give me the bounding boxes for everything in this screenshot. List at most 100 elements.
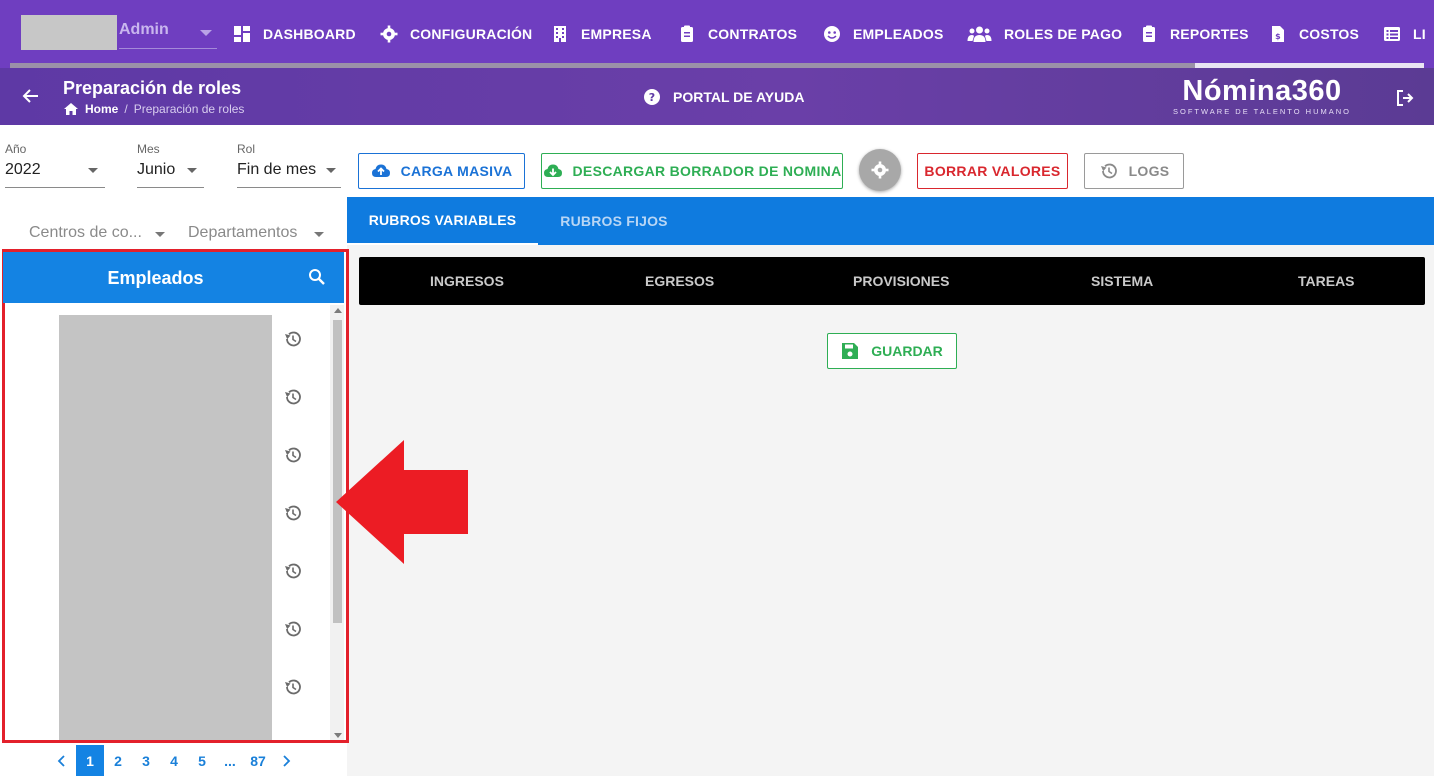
subtab-provisiones[interactable]: PROVISIONES: [853, 273, 949, 289]
role-underline: [237, 187, 341, 188]
users-group-icon: [967, 26, 992, 42]
subtab-sistema[interactable]: SISTEMA: [1091, 273, 1153, 289]
chevron-down-icon[interactable]: [314, 232, 324, 237]
building-icon: [554, 26, 566, 42]
brand-logo: Nómina360 SOFTWARE DE TALENTO HUMANO: [1172, 76, 1352, 116]
scroll-up-icon[interactable]: [334, 308, 342, 313]
user-avatar-redacted[interactable]: [21, 15, 117, 50]
scroll-down-icon[interactable]: [334, 733, 342, 738]
chevron-right-icon: [283, 754, 291, 767]
download-draft-button[interactable]: DESCARGAR BORRADOR DE NOMINA: [541, 153, 843, 189]
department-select[interactable]: Departamentos: [188, 224, 297, 242]
help-circle-icon: ?: [644, 89, 660, 105]
history-icon[interactable]: [283, 445, 303, 465]
save-label: GUARDAR: [871, 343, 943, 359]
page-header: Preparación de roles Home / Preparación …: [0, 68, 1434, 125]
pagination-next[interactable]: [272, 745, 300, 776]
subtab-egresos[interactable]: EGRESOS: [645, 273, 714, 289]
bulk-upload-button[interactable]: CARGA MASIVA: [358, 153, 525, 189]
chevron-down-icon: [88, 168, 98, 173]
menu-empresa[interactable]: EMPRESA: [551, 0, 678, 68]
concept-tabs: INGRESOS EGRESOS PROVISIONES SISTEMA TAR…: [359, 257, 1425, 305]
brand-tagline: SOFTWARE DE TALENTO HUMANO: [1173, 107, 1351, 116]
pagination-page[interactable]: 5: [188, 745, 216, 776]
cloud-download-icon: [543, 164, 562, 177]
clipboard-icon: [681, 25, 693, 42]
pagination-page[interactable]: 87: [244, 745, 272, 776]
help-portal-link[interactable]: ? PORTAL DE AYUDA: [643, 88, 804, 106]
clear-values-button[interactable]: BORRAR VALORES: [917, 153, 1068, 189]
menu-configuracion[interactable]: CONFIGURACIÓN: [380, 0, 551, 68]
menu-contratos-label: CONTRATOS: [708, 26, 798, 42]
history-icon[interactable]: [283, 503, 303, 523]
pagination-page[interactable]: 3: [132, 745, 160, 776]
chevron-down-icon[interactable]: [200, 30, 212, 36]
search-icon[interactable]: [308, 268, 326, 286]
tab-rubros-variables-label: RUBROS VARIABLES: [368, 212, 517, 228]
chevron-down-icon: [326, 168, 336, 173]
menu-li[interactable]: LI: [1383, 0, 1434, 68]
employees-panel-header: Empleados: [3, 252, 344, 303]
role-select[interactable]: Rol Fin de mes: [237, 142, 341, 188]
role-label: Rol: [237, 142, 256, 156]
logout-icon[interactable]: [1395, 88, 1415, 108]
save-button[interactable]: GUARDAR: [827, 333, 957, 369]
menu-contratos[interactable]: CONTRATOS: [678, 0, 823, 68]
main-tabs: RUBROS VARIABLES RUBROS FIJOS: [347, 197, 1434, 245]
subtab-ingresos[interactable]: INGRESOS: [430, 273, 504, 289]
menu-empresa-label: EMPRESA: [581, 26, 652, 42]
history-icon[interactable]: [283, 677, 303, 697]
employees-panel-title: Empleados: [107, 268, 204, 288]
help-portal-label: PORTAL DE AYUDA: [673, 89, 805, 105]
month-underline: [137, 187, 204, 188]
bulk-upload-label: CARGA MASIVA: [400, 163, 513, 179]
list-icon: [1384, 27, 1400, 41]
arrow-left-icon[interactable]: [22, 87, 40, 105]
history-icon[interactable]: [283, 387, 303, 407]
main-menu: DASHBOARD CONFIGURACIÓN EMPRESA CONTRATO…: [233, 0, 1434, 68]
logs-label: LOGS: [1128, 163, 1170, 179]
menu-dashboard-label: DASHBOARD: [263, 26, 356, 42]
chevron-down-icon[interactable]: [155, 232, 165, 237]
brand-name: Nómina360: [1182, 75, 1342, 107]
history-icon[interactable]: [283, 329, 303, 349]
pagination-ellipsis: ...: [224, 752, 236, 769]
dashboard-icon: [234, 26, 250, 42]
tab-rubros-variables[interactable]: RUBROS VARIABLES: [347, 197, 538, 245]
breadcrumb-separator: /: [124, 102, 128, 116]
menu-roles-de-pago-label: ROLES DE PAGO: [1004, 26, 1123, 42]
year-select[interactable]: Año 2022: [5, 142, 105, 188]
users-face-icon: [824, 26, 840, 42]
user-role-label[interactable]: Admin: [119, 21, 169, 39]
cost-center-placeholder: Centros de co...: [29, 224, 142, 241]
chevron-left-icon: [57, 754, 65, 767]
breadcrumb-home[interactable]: Home: [85, 102, 118, 116]
settings-button[interactable]: [859, 149, 901, 191]
gear-icon: [871, 161, 889, 179]
menu-reportes[interactable]: REPORTES: [1140, 0, 1269, 68]
cost-center-select[interactable]: Centros de co...: [29, 224, 142, 242]
subtab-tareas[interactable]: TAREAS: [1298, 273, 1355, 289]
home-icon[interactable]: [63, 102, 79, 116]
month-label: Mes: [137, 142, 160, 156]
chevron-down-icon: [187, 168, 197, 173]
pagination-page[interactable]: 2: [104, 745, 132, 776]
tab-rubros-fijos-label: RUBROS FIJOS: [560, 213, 668, 229]
pagination-page[interactable]: 1: [76, 745, 104, 776]
tab-rubros-fijos[interactable]: RUBROS FIJOS: [538, 197, 690, 245]
menu-dashboard[interactable]: DASHBOARD: [233, 0, 380, 68]
pagination-page[interactable]: 4: [160, 745, 188, 776]
month-select[interactable]: Mes Junio: [137, 142, 204, 188]
employee-list-redacted: [59, 315, 272, 740]
menu-roles-de-pago[interactable]: ROLES DE PAGO: [967, 0, 1140, 68]
logs-button[interactable]: LOGS: [1084, 153, 1184, 189]
employee-pagination: 1 2 3 4 5 ... 87: [48, 745, 300, 776]
history-icon: [1100, 163, 1117, 179]
menu-empleados[interactable]: EMPLEADOS: [823, 0, 967, 68]
red-arrow-annotation: [336, 440, 468, 564]
history-icon[interactable]: [283, 619, 303, 639]
page-title: Preparación de roles: [63, 78, 242, 98]
pagination-prev[interactable]: [48, 745, 76, 776]
menu-costos[interactable]: $ COSTOS: [1269, 0, 1383, 68]
history-icon[interactable]: [283, 561, 303, 581]
